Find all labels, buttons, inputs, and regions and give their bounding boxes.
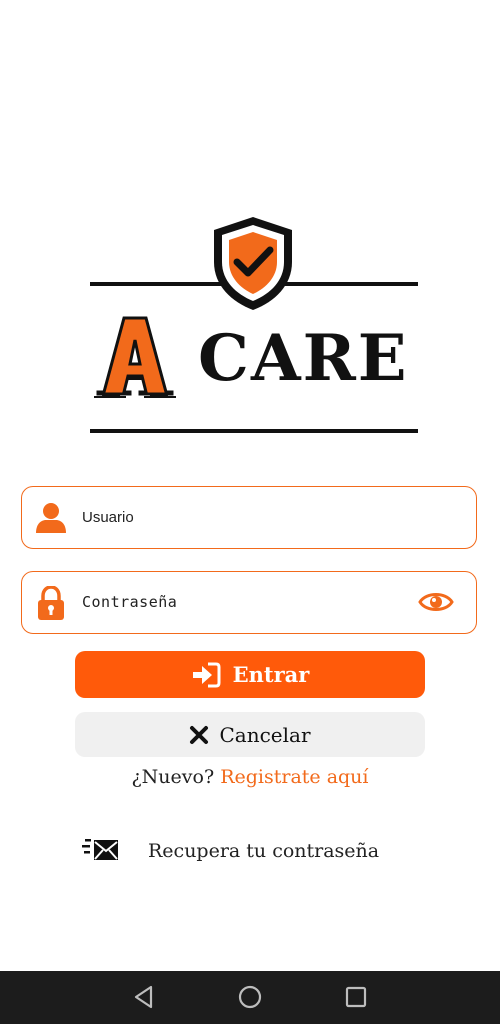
- logo-brand-name: CARE: [198, 321, 409, 396]
- password-input[interactable]: [82, 584, 402, 620]
- enter-button[interactable]: Entrar: [75, 651, 425, 698]
- system-nav-bar: [0, 971, 500, 1024]
- recent-apps-icon[interactable]: [343, 984, 369, 1010]
- recover-password-label: Recupera tu contraseña: [148, 840, 380, 862]
- enter-button-label: Entrar: [232, 662, 310, 687]
- envelope-icon: [82, 839, 118, 860]
- recover-password-link[interactable]: Recupera tu contraseña: [80, 838, 379, 864]
- close-icon: [190, 725, 209, 744]
- username-field[interactable]: [21, 486, 477, 549]
- cancel-button-label: Cancelar: [219, 722, 311, 747]
- logo-bottom-rule: [90, 429, 418, 433]
- lock-icon: [38, 586, 64, 620]
- shield-check-icon: [214, 217, 292, 310]
- back-icon[interactable]: [131, 984, 157, 1010]
- cancel-button[interactable]: Cancelar: [75, 712, 425, 757]
- eye-icon[interactable]: [418, 588, 454, 616]
- login-screen: CARE Entrar: [0, 0, 500, 1024]
- logo-letter-a: [94, 316, 176, 398]
- user-icon: [36, 503, 66, 533]
- password-field[interactable]: [21, 571, 477, 634]
- register-row: ¿Nuevo? Registrate aquí: [0, 766, 500, 788]
- register-link[interactable]: Registrate aquí: [220, 766, 368, 788]
- username-input[interactable]: [82, 499, 402, 535]
- app-logo: CARE: [88, 214, 420, 438]
- register-prompt: ¿Nuevo?: [131, 766, 215, 788]
- sign-in-icon: [192, 662, 221, 687]
- home-icon[interactable]: [237, 984, 263, 1010]
